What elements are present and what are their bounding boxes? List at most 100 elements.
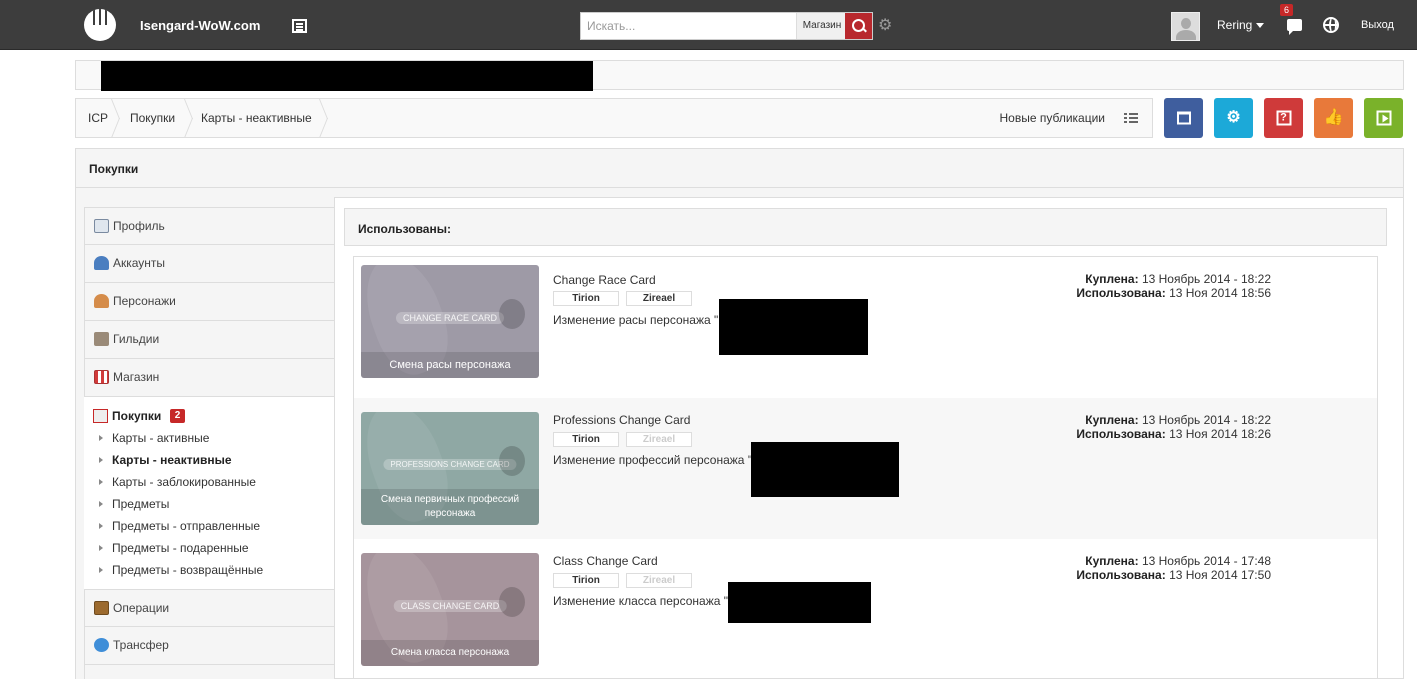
accounts-icon — [94, 256, 109, 270]
redacted-block — [719, 299, 868, 355]
page-title: Покупки — [89, 162, 139, 176]
shop-icon — [94, 370, 109, 384]
sidebar-item-label: Персонажи — [113, 294, 176, 308]
sidebar-link-items-gifted[interactable]: Предметы - подаренные — [112, 541, 249, 555]
sidebar-item-shop[interactable]: Магазин — [84, 359, 335, 397]
cart-icon — [1176, 111, 1191, 125]
section-header: Покупки — [75, 148, 1404, 188]
sidebar-link-blocked-cards[interactable]: Карты - заблокированные — [112, 475, 256, 489]
sidebar-link-inactive-cards[interactable]: Карты - неактивные — [112, 453, 232, 467]
sidebar-link-items-sent[interactable]: Предметы - отправленные — [112, 519, 260, 533]
thumbs-up-icon: 👍 — [1323, 109, 1344, 126]
notice-bar — [75, 60, 1404, 91]
play-button[interactable] — [1364, 98, 1403, 138]
sidebar-purchases-group: Покупки 2 Карты - активные Карты - неакт… — [84, 397, 335, 589]
card-stamp: CLASS CHANGE CARD — [393, 600, 507, 612]
sidebar-link-items-returned[interactable]: Предметы - возвращённые — [112, 563, 263, 577]
list-item: CHANGE RACE CARD Смена расы персонажа Ch… — [354, 257, 1377, 398]
race-emblem-icon — [499, 299, 525, 329]
redacted-block — [101, 61, 593, 91]
breadcrumb-separator — [111, 99, 123, 137]
search-input[interactable] — [581, 13, 795, 39]
chevron-right-icon — [99, 457, 103, 463]
top-navbar: Isengard-WoW.com Магазин ⚙ Rering 6 Выхо… — [0, 0, 1417, 50]
globe-icon[interactable] — [1323, 17, 1339, 33]
sidebar-item-accounts[interactable]: Аккаунты — [84, 245, 335, 283]
realm-tag: Tirion — [553, 291, 619, 306]
card-caption: Смена первичных профессий персонажа — [361, 489, 539, 525]
breadcrumb-item-purchases[interactable]: Покупки — [130, 99, 175, 137]
sidebar-item-operations[interactable]: Операции — [84, 589, 335, 627]
sidebar-item-label: Операции — [113, 601, 170, 615]
site-title[interactable]: Isengard-WoW.com — [140, 18, 260, 33]
site-logo-icon[interactable] — [84, 9, 116, 41]
card-name: Change Race Card — [553, 273, 656, 287]
purchases-count-badge: 2 — [170, 409, 185, 423]
purchased-date: Куплена: 13 Ноябрь 2014 - 17:48 — [1085, 554, 1271, 568]
characters-icon — [94, 294, 109, 308]
profile-card-icon — [94, 219, 109, 233]
vote-button[interactable]: 👍 — [1314, 98, 1353, 138]
card-name: Class Change Card — [553, 554, 658, 568]
search-box: Магазин — [580, 12, 873, 40]
card-image[interactable]: CHANGE RACE CARD Смена расы персонажа — [361, 265, 539, 378]
shop-button[interactable] — [1164, 98, 1203, 138]
breadcrumb-item-inactive-cards[interactable]: Карты - неактивные — [201, 99, 312, 137]
help-icon: ? — [1276, 110, 1291, 126]
list-icon[interactable] — [1124, 113, 1138, 123]
sidebar-item-label: Магазин — [113, 370, 160, 384]
sidebar-item-profile[interactable]: Профиль — [84, 207, 335, 245]
avatar[interactable] — [1171, 12, 1200, 41]
help-button[interactable]: ? — [1264, 98, 1303, 138]
sidebar-item-purchases[interactable]: Покупки — [112, 409, 161, 423]
sidebar-link-items[interactable]: Предметы — [112, 497, 169, 511]
sidebar-item-next[interactable] — [84, 665, 335, 679]
card-stamp: CHANGE RACE CARD — [395, 312, 505, 324]
sidebar-item-characters[interactable]: Персонажи — [84, 283, 335, 321]
card-caption: Смена класса персонажа — [361, 640, 539, 666]
messages-icon[interactable] — [1287, 19, 1302, 35]
search-scope-button[interactable]: Магазин — [796, 13, 847, 39]
card-description: Изменение класса персонажа " — [553, 594, 729, 608]
sidebar-link-active-cards[interactable]: Карты - активные — [112, 431, 209, 445]
realm-tag: Zireael — [626, 291, 692, 306]
chevron-right-icon — [99, 567, 103, 573]
sidebar-item-transfer[interactable]: Трансфер — [84, 627, 335, 665]
professions-tools-icon — [499, 446, 525, 476]
guild-icon — [94, 332, 109, 346]
card-stamp: PROFESSIONS CHANGE CARD — [383, 459, 517, 470]
card-image[interactable]: PROFESSIONS CHANGE CARD Смена первичных … — [361, 412, 539, 525]
realm-tag: Zireael — [626, 432, 692, 447]
search-settings-gear-icon[interactable]: ⚙ — [878, 15, 892, 35]
breadcrumb: ICP Покупки Карты - неактивные Новые пуб… — [75, 98, 1153, 138]
chevron-right-icon — [99, 523, 103, 529]
chevron-down-icon[interactable] — [1256, 23, 1264, 28]
sidebar-item-label: Трансфер — [113, 638, 169, 652]
sidebar-item-label: Аккаунты — [113, 256, 166, 270]
menu-icon[interactable] — [292, 19, 307, 33]
gear-icon: ⚙ — [1226, 109, 1241, 126]
new-publications-link[interactable]: Новые публикации — [1000, 99, 1106, 137]
sidebar-item-label: Профиль — [113, 219, 165, 233]
redacted-block — [751, 442, 899, 497]
realm-tag: Zireael — [626, 573, 692, 588]
breadcrumb-item-icp[interactable]: ICP — [88, 99, 108, 137]
sidebar-item-guilds[interactable]: Гильдии — [84, 321, 335, 359]
card-name: Professions Change Card — [553, 413, 691, 427]
breadcrumb-separator — [319, 99, 331, 137]
logout-link[interactable]: Выход — [1361, 19, 1394, 31]
notification-count-badge: 6 — [1280, 4, 1293, 16]
used-date: Использована: 13 Ноя 2014 17:50 — [1076, 568, 1271, 582]
play-icon — [1376, 110, 1391, 126]
purchased-date: Куплена: 13 Ноябрь 2014 - 18:22 — [1085, 413, 1271, 427]
card-image[interactable]: CLASS CHANGE CARD Смена класса персонажа — [361, 553, 539, 666]
purchased-date: Куплена: 13 Ноябрь 2014 - 18:22 — [1085, 272, 1271, 286]
breadcrumb-separator — [184, 99, 196, 137]
used-cards-title: Использованы: — [358, 222, 451, 236]
settings-button[interactable]: ⚙ — [1214, 98, 1253, 138]
search-button[interactable] — [845, 13, 872, 39]
realm-tag: Tirion — [553, 432, 619, 447]
used-date: Использована: 13 Ноя 2014 18:26 — [1076, 427, 1271, 441]
chevron-right-icon — [99, 479, 103, 485]
username[interactable]: Rering — [1217, 18, 1252, 32]
